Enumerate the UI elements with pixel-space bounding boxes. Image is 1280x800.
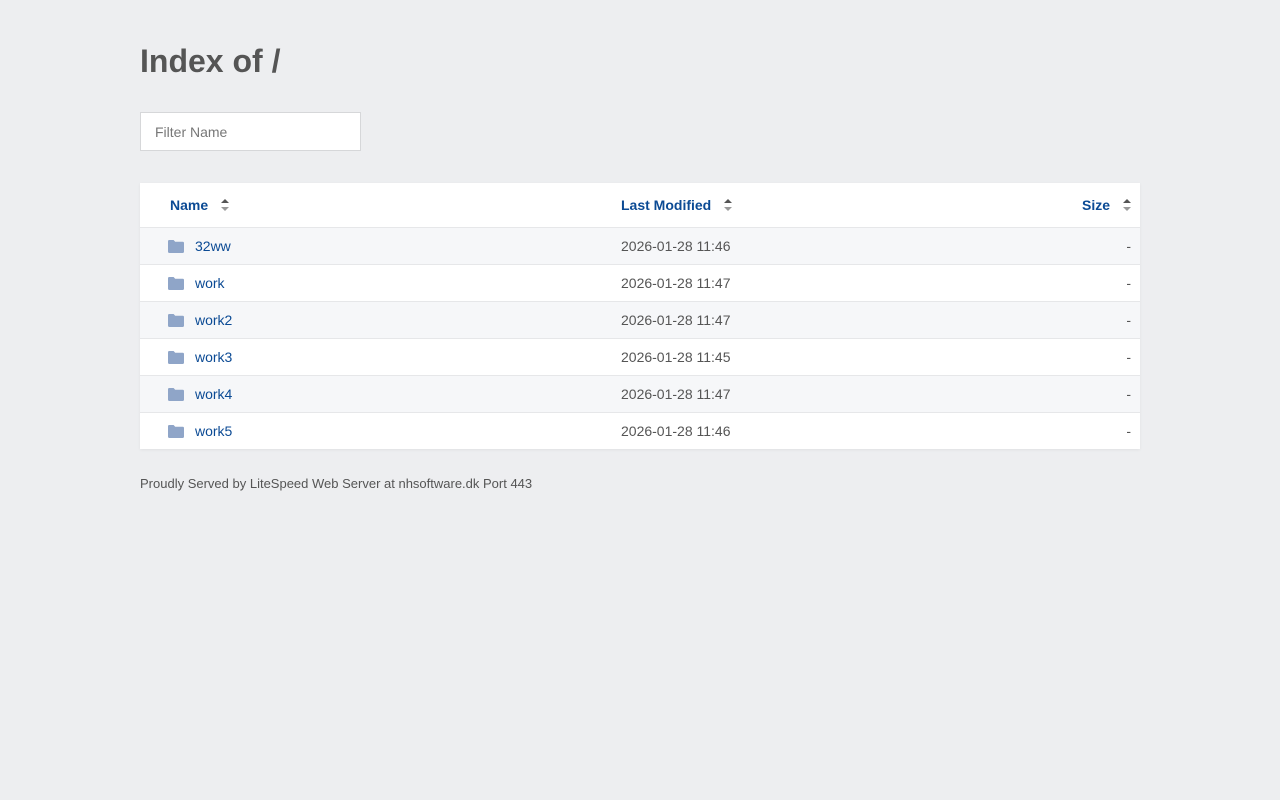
- header-size-cell: Size: [1082, 183, 1131, 227]
- folder-link[interactable]: work5: [195, 423, 232, 439]
- name-cell: 32ww: [168, 228, 608, 264]
- modified-cell: 2026-01-28 11:47: [621, 386, 731, 402]
- folder-icon: [168, 239, 184, 253]
- modified-cell: 2026-01-28 11:47: [621, 275, 731, 291]
- folder-icon: [168, 313, 184, 327]
- sort-icon[interactable]: [1123, 199, 1131, 211]
- table-row[interactable]: work4 2026-01-28 11:47 -: [140, 375, 1140, 412]
- table-row[interactable]: 32ww 2026-01-28 11:46 -: [140, 227, 1140, 264]
- size-cell: -: [1126, 238, 1131, 254]
- modified-cell: 2026-01-28 11:47: [621, 312, 731, 328]
- file-listing-table: Name Last Modified Size 32ww 2026-01-28 …: [140, 183, 1140, 449]
- name-cell: work5: [168, 413, 608, 449]
- size-cell: -: [1126, 275, 1131, 291]
- folder-icon: [168, 350, 184, 364]
- size-cell: -: [1126, 423, 1131, 439]
- header-name-cell: Name: [170, 183, 610, 227]
- folder-link[interactable]: work: [195, 275, 225, 291]
- size-cell: -: [1126, 386, 1131, 402]
- name-cell: work4: [168, 376, 608, 412]
- table-row[interactable]: work2 2026-01-28 11:47 -: [140, 301, 1140, 338]
- name-cell: work2: [168, 302, 608, 338]
- filter-name-input[interactable]: [140, 112, 361, 151]
- header-modified-cell: Last Modified: [621, 183, 921, 227]
- folder-icon: [168, 276, 184, 290]
- size-cell: -: [1126, 349, 1131, 365]
- modified-cell: 2026-01-28 11:46: [621, 238, 731, 254]
- folder-icon: [168, 387, 184, 401]
- sort-icon[interactable]: [221, 199, 230, 211]
- table-header-row: Name Last Modified Size: [140, 183, 1140, 227]
- folder-link[interactable]: work2: [195, 312, 232, 328]
- folder-link[interactable]: 32ww: [195, 238, 231, 254]
- modified-cell: 2026-01-28 11:45: [621, 349, 731, 365]
- size-cell: -: [1126, 312, 1131, 328]
- table-row[interactable]: work5 2026-01-28 11:46 -: [140, 412, 1140, 449]
- sort-by-name-link[interactable]: Name: [170, 197, 208, 213]
- folder-link[interactable]: work4: [195, 386, 232, 402]
- name-cell: work: [168, 265, 608, 301]
- folder-icon: [168, 424, 184, 438]
- server-footer: Proudly Served by LiteSpeed Web Server a…: [140, 476, 533, 491]
- folder-link[interactable]: work3: [195, 349, 232, 365]
- sort-icon[interactable]: [724, 199, 733, 211]
- name-cell: work3: [168, 339, 608, 375]
- table-row[interactable]: work3 2026-01-28 11:45 -: [140, 338, 1140, 375]
- modified-cell: 2026-01-28 11:46: [621, 423, 731, 439]
- page-title: Index of /: [140, 43, 281, 79]
- sort-by-size-link[interactable]: Size: [1082, 197, 1110, 213]
- sort-by-modified-link[interactable]: Last Modified: [621, 197, 711, 213]
- table-row[interactable]: work 2026-01-28 11:47 -: [140, 264, 1140, 301]
